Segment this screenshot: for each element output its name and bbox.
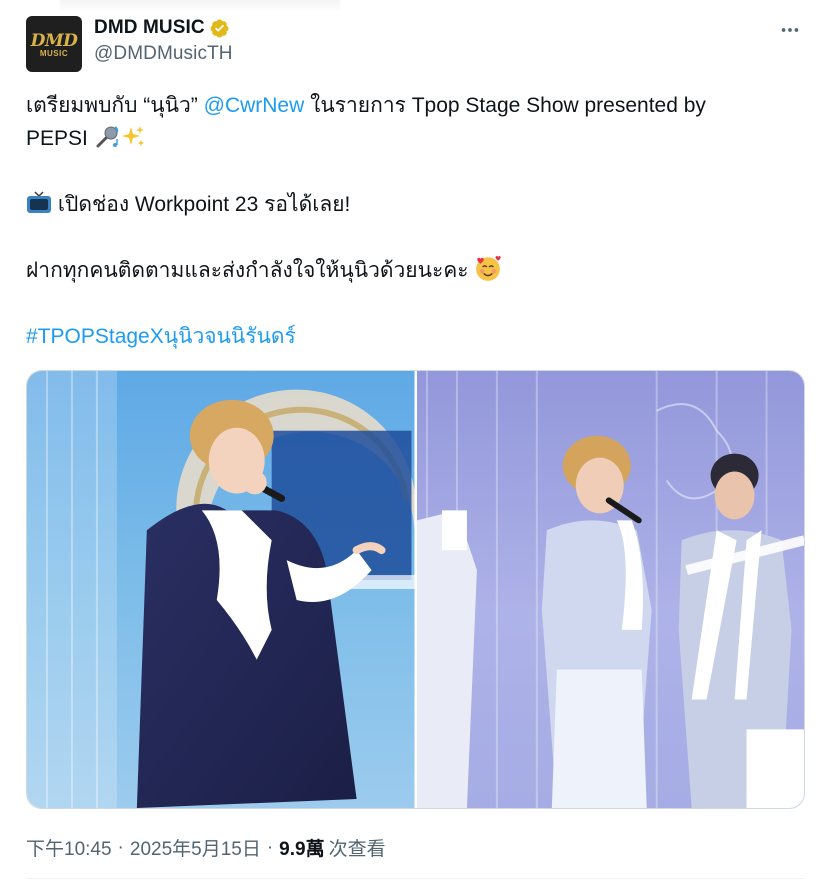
tweet-text-segment: ฝากทุกคนติดตามและส่งกำลังใจให้นุนิวด้วยน…	[26, 259, 475, 282]
tweet-line-2: PEPSI	[26, 122, 798, 155]
divider	[26, 878, 804, 879]
views-count[interactable]: 9.9萬	[279, 834, 324, 861]
handle[interactable]: @DMDMusicTH	[94, 43, 233, 65]
tweet-text-segment: ในรายการ Tpop Stage Show presented by	[304, 94, 706, 117]
tweet-line-1: เตรียมพบกับ “นุนิว” @CwrNew ในรายการ Tpo…	[26, 89, 798, 122]
media-grid	[26, 370, 805, 809]
microphone-emoji-icon	[94, 124, 120, 150]
mention-link[interactable]: @CwrNew	[204, 94, 305, 117]
views-label: 次查看	[328, 839, 386, 860]
tweet-time[interactable]: 下午10:45	[26, 834, 112, 861]
meta-separator: ·	[117, 836, 124, 858]
tweet-line-4: ฝากทุกคนติดตามและส่งกำลังใจให้นุนิวด้วยน…	[26, 254, 798, 287]
avatar-logo-text: DMD	[30, 30, 78, 51]
avatar[interactable]: DMD MUSIC	[26, 16, 82, 72]
television-emoji-icon	[26, 190, 52, 216]
sparkles-emoji-icon	[120, 124, 146, 150]
verified-badge-icon[interactable]	[209, 18, 230, 39]
photo-image	[416, 371, 804, 808]
tweet-line-5: #TPOPStageXนุนิวจนนิรันดร์	[26, 320, 798, 353]
photo-image	[27, 371, 415, 808]
tweet-meta: 下午10:45 · 2025年5月15日 · 9.9萬 次查看	[26, 834, 386, 861]
tweet-card: DMD MUSIC DMD MUSIC @DMDMusicTH เตรียมพบ…	[0, 0, 824, 885]
hashtag-link[interactable]: #TPOPStageXนุนิวจนนิรันดร์	[26, 325, 296, 348]
tweet-text-segment: เตรียมพบกับ “นุนิว”	[26, 94, 204, 117]
display-name[interactable]: DMD MUSIC	[94, 17, 205, 39]
avatar-logo-subtext: MUSIC	[39, 48, 69, 58]
tweet-line-3: เปิดช่อง Workpoint 23 รอได้เลย!	[26, 188, 798, 221]
photo-stage-duo[interactable]	[416, 371, 804, 808]
author-info: DMD MUSIC @DMDMusicTH	[94, 16, 233, 65]
top-divider	[60, 0, 340, 12]
more-options-icon[interactable]	[776, 16, 804, 44]
tweet-text: เตรียมพบกับ “นุนิว” @CwrNew ในรายการ Tpo…	[26, 89, 798, 353]
tweet-text-segment: เปิดช่อง Workpoint 23 รอได้เลย!	[52, 193, 351, 216]
tweet-text-segment: PEPSI	[26, 127, 94, 150]
photo-singer-solo[interactable]	[27, 371, 415, 808]
tweet-date[interactable]: 2025年5月15日	[130, 834, 261, 861]
meta-separator: ·	[266, 836, 274, 858]
smiling-face-with-hearts-emoji-icon	[474, 254, 502, 281]
